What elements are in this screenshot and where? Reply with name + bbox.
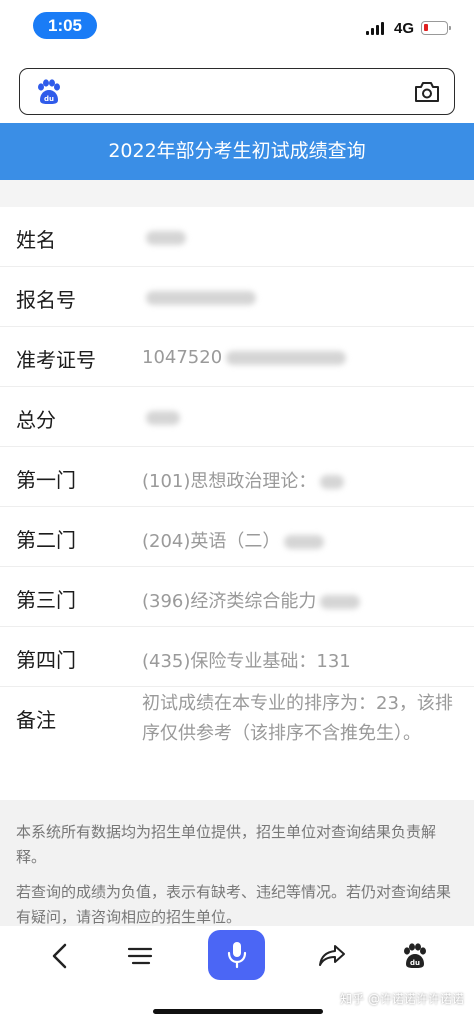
- row-remark: 备注 初试成绩在本专业的排序为：23，该排序仅供参考（该排序不含推免生）。: [0, 687, 474, 807]
- row-value: [142, 227, 186, 248]
- home-indicator[interactable]: [153, 1009, 323, 1014]
- notice-text: 若查询的成绩为负值，表示有缺考、违纪等情况。若仍对查询结果有疑问，请咨询相应的招…: [16, 883, 452, 926]
- row-total-score: 总分: [0, 387, 474, 447]
- row-exam-number: 准考证号 1047520: [0, 327, 474, 387]
- share-button[interactable]: [304, 930, 360, 982]
- baidu-paw-icon: du: [404, 943, 426, 968]
- voice-search-button[interactable]: [208, 930, 265, 980]
- battery-icon: [421, 21, 451, 35]
- row-subject-4: 第四门 (435)保险专业基础：131: [0, 627, 474, 687]
- row-label: 姓名: [16, 228, 56, 252]
- row-name: 姓名: [0, 207, 474, 267]
- row-subject-1: 第一门 (101)思想政治理论：: [0, 447, 474, 507]
- row-value: [142, 287, 256, 308]
- redacted-blur: [146, 231, 186, 245]
- home-button[interactable]: du: [386, 930, 442, 982]
- row-value: (204)英语（二）: [142, 527, 325, 553]
- watermark: 知乎 @许诺诺许许诺诺: [340, 992, 464, 1006]
- camera-icon[interactable]: [414, 80, 440, 104]
- divider: [0, 180, 474, 207]
- baidu-paw-icon[interactable]: du: [34, 78, 62, 106]
- svg-text:du: du: [44, 95, 54, 103]
- row-label: 总分: [16, 408, 56, 432]
- row-subject-2: 第二门 (204)英语（二）: [0, 507, 474, 567]
- network-label: 4G: [394, 20, 415, 37]
- status-time[interactable]: 1:05: [33, 12, 97, 39]
- row-value: 初试成绩在本专业的排序为：23，该排序仅供参考（该排序不含推免生）。: [142, 693, 453, 744]
- row-label: 第三门: [16, 588, 76, 612]
- microphone-icon: [227, 942, 246, 969]
- redacted-blur: [320, 595, 361, 609]
- bottom-toolbar: du: [0, 926, 474, 986]
- row-label: 准考证号: [16, 348, 96, 372]
- page-title: 2022年部分考生初试成绩查询: [0, 123, 474, 180]
- redacted-blur: [226, 351, 347, 365]
- back-button[interactable]: [32, 930, 88, 982]
- row-subject-3: 第三门 (396)经济类综合能力: [0, 567, 474, 627]
- row-label: 第四门: [16, 648, 76, 672]
- status-bar: 1:05 4G: [0, 0, 474, 56]
- row-value: [142, 407, 180, 428]
- row-label: 报名号: [16, 288, 76, 312]
- share-icon: [319, 945, 345, 966]
- menu-icon: [127, 947, 153, 965]
- row-label: 第一门: [16, 468, 76, 492]
- row-value: (101)思想政治理论：: [142, 467, 345, 493]
- row-label: 第二门: [16, 528, 76, 552]
- row-label: 备注: [16, 708, 56, 732]
- redacted-blur: [146, 411, 180, 425]
- result-list: 姓名 报名号 准考证号 1047520 总分 第一门 (101)思想政治理论： …: [0, 207, 474, 807]
- row-value: (396)经济类综合能力: [142, 587, 361, 613]
- row-registration-number: 报名号: [0, 267, 474, 327]
- signal-icon: [366, 21, 388, 35]
- redacted-blur: [146, 291, 256, 305]
- back-arrow-icon: [52, 943, 67, 969]
- redacted-blur: [320, 475, 345, 489]
- search-bar[interactable]: du: [19, 68, 455, 115]
- redacted-blur: [284, 535, 325, 549]
- notice-panel: 本系统所有数据均为招生单位提供，招生单位对查询结果负责解释。 若查询的成绩为负值…: [0, 800, 474, 930]
- svg-text:du: du: [410, 959, 420, 967]
- menu-button[interactable]: [112, 930, 168, 982]
- row-value: (435)保险专业基础：131: [142, 651, 351, 672]
- row-value: 1047520: [142, 347, 347, 368]
- notice-text: 本系统所有数据均为招生单位提供，招生单位对查询结果负责解释。: [16, 823, 437, 866]
